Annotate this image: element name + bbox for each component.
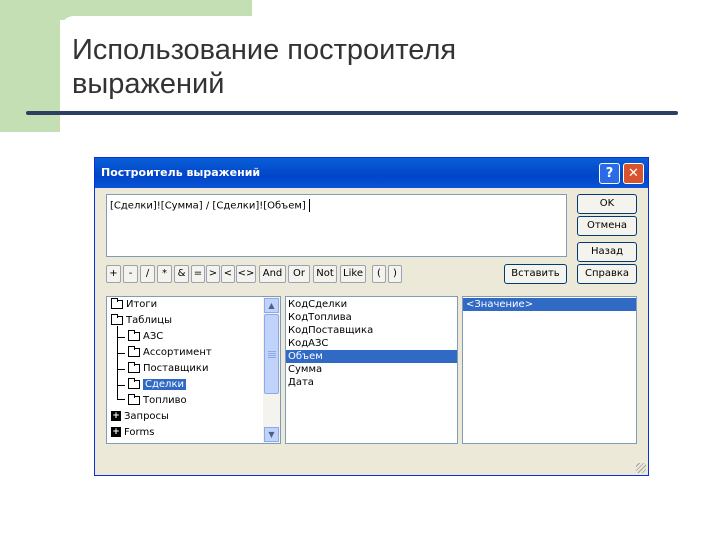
slide-title-line1: Использование построителя — [72, 34, 457, 66]
thumb-grip — [268, 351, 276, 352]
dialog-titlebar[interactable]: Построитель выражений ? ✕ — [95, 158, 648, 188]
field-item[interactable]: Сумма — [288, 363, 322, 376]
folder-open-icon — [128, 377, 140, 389]
expand-plus-icon[interactable]: + — [111, 411, 121, 421]
tree-connector — [117, 399, 125, 400]
thumb-grip — [268, 353, 276, 354]
tree-item-label-selected: Сделки — [143, 379, 186, 390]
help-button[interactable]: Справка — [577, 264, 637, 284]
operator-open-paren-button[interactable]: ( — [372, 265, 386, 283]
tree-item-label: Forms — [124, 427, 155, 438]
field-item[interactable]: Дата — [288, 376, 314, 389]
scroll-up-arrow-icon[interactable]: ▲ — [264, 298, 279, 313]
tree-item-label: АЗС — [143, 331, 164, 342]
back-button[interactable]: Назад — [577, 242, 637, 262]
help-icon[interactable]: ? — [599, 163, 620, 184]
operator-equals-button[interactable]: = — [191, 265, 205, 283]
field-item-selected[interactable]: Объем — [286, 350, 457, 363]
folder-icon — [128, 393, 140, 405]
operator-less-button[interactable]: < — [221, 265, 235, 283]
operator-or-button[interactable]: Or — [288, 265, 310, 283]
folder-icon — [111, 297, 123, 309]
field-item[interactable]: КодАЗС — [288, 337, 328, 350]
folder-icon — [128, 329, 140, 341]
thumb-grip — [268, 355, 276, 356]
operator-concat-button[interactable]: & — [174, 265, 189, 283]
operator-not-button[interactable]: Not — [313, 265, 337, 283]
folder-icon — [128, 345, 140, 357]
slide-title-line2: выражений — [72, 68, 225, 100]
tree-item-queries[interactable]: + Запросы — [111, 409, 169, 425]
expression-text: [Сделки]![Сумма] / [Сделки]![Объем] — [110, 200, 306, 212]
scroll-down-arrow-icon[interactable]: ▼ — [264, 427, 279, 442]
tree-item-forms[interactable]: + Forms — [111, 425, 154, 441]
tree-item-tables[interactable]: Таблицы — [111, 313, 172, 329]
tree-connector — [117, 353, 125, 354]
tree-item-assortment[interactable]: Ассортимент — [128, 345, 212, 361]
folder-icon — [128, 361, 140, 373]
values-list[interactable]: <Значение> — [462, 296, 637, 444]
tree-item-label: Поставщики — [143, 363, 209, 374]
operator-plus-button[interactable]: + — [106, 265, 121, 283]
folder-open-icon — [111, 313, 123, 325]
thumb-grip — [268, 357, 276, 358]
title-underline — [26, 111, 678, 115]
tree-item-totals[interactable]: Итоги — [111, 297, 157, 313]
tree-connector — [117, 369, 125, 370]
tree-item-label: Итоги — [126, 299, 158, 310]
field-item[interactable]: КодТоплива — [288, 311, 352, 324]
fields-list[interactable]: КодСделки КодТоплива КодПоставщика КодАЗ… — [285, 296, 458, 444]
tree-item-fuel[interactable]: Топливо — [128, 393, 187, 409]
tree-connector — [117, 337, 125, 338]
operator-like-button[interactable]: Like — [340, 265, 366, 283]
cancel-button[interactable]: Отмена — [577, 216, 637, 236]
text-caret — [308, 199, 310, 212]
operator-and-button[interactable]: And — [259, 265, 286, 283]
field-item[interactable]: КодПоставщика — [288, 324, 373, 337]
resize-grip[interactable] — [636, 463, 646, 473]
tree-item-label: Топливо — [143, 395, 187, 406]
dialog-title: Построитель выражений — [101, 166, 261, 179]
insert-button[interactable]: Вставить — [504, 264, 567, 284]
operator-notequal-button[interactable]: <> — [236, 265, 256, 283]
operator-multiply-button[interactable]: * — [157, 265, 172, 283]
operator-minus-button[interactable]: - — [123, 265, 138, 283]
tree-item-label: Запросы — [124, 411, 169, 422]
expression-input[interactable]: [Сделки]![Сумма] / [Сделки]![Объем] — [106, 194, 567, 257]
close-icon[interactable]: ✕ — [623, 163, 644, 184]
expression-builder-dialog: Построитель выражений ? ✕ [Сделки]![Сумм… — [94, 157, 649, 476]
operator-close-paren-button[interactable]: ) — [388, 265, 402, 283]
tree-item-label: Ассортимент — [143, 347, 212, 358]
operator-divide-button[interactable]: / — [140, 265, 155, 283]
slide-title: Использование построителя выражений — [72, 33, 456, 101]
tree-item-deals[interactable]: Сделки — [128, 377, 186, 393]
tree-connector — [117, 385, 125, 386]
operator-greater-button[interactable]: > — [206, 265, 220, 283]
tree-item-azs[interactable]: АЗС — [128, 329, 163, 345]
scroll-thumb[interactable] — [264, 314, 279, 394]
tree-item-suppliers[interactable]: Поставщики — [128, 361, 208, 377]
ok-button[interactable]: OK — [577, 194, 637, 214]
object-tree-list[interactable]: Итоги Таблицы АЗС Ассортимент Поставщики… — [106, 296, 281, 444]
field-item[interactable]: КодСделки — [288, 298, 347, 311]
value-item-selected[interactable]: <Значение> — [463, 298, 636, 311]
expand-plus-icon[interactable]: + — [111, 427, 121, 437]
tree-item-label: Таблицы — [126, 315, 172, 326]
tree-scrollbar[interactable]: ▲ ▼ — [263, 297, 280, 443]
